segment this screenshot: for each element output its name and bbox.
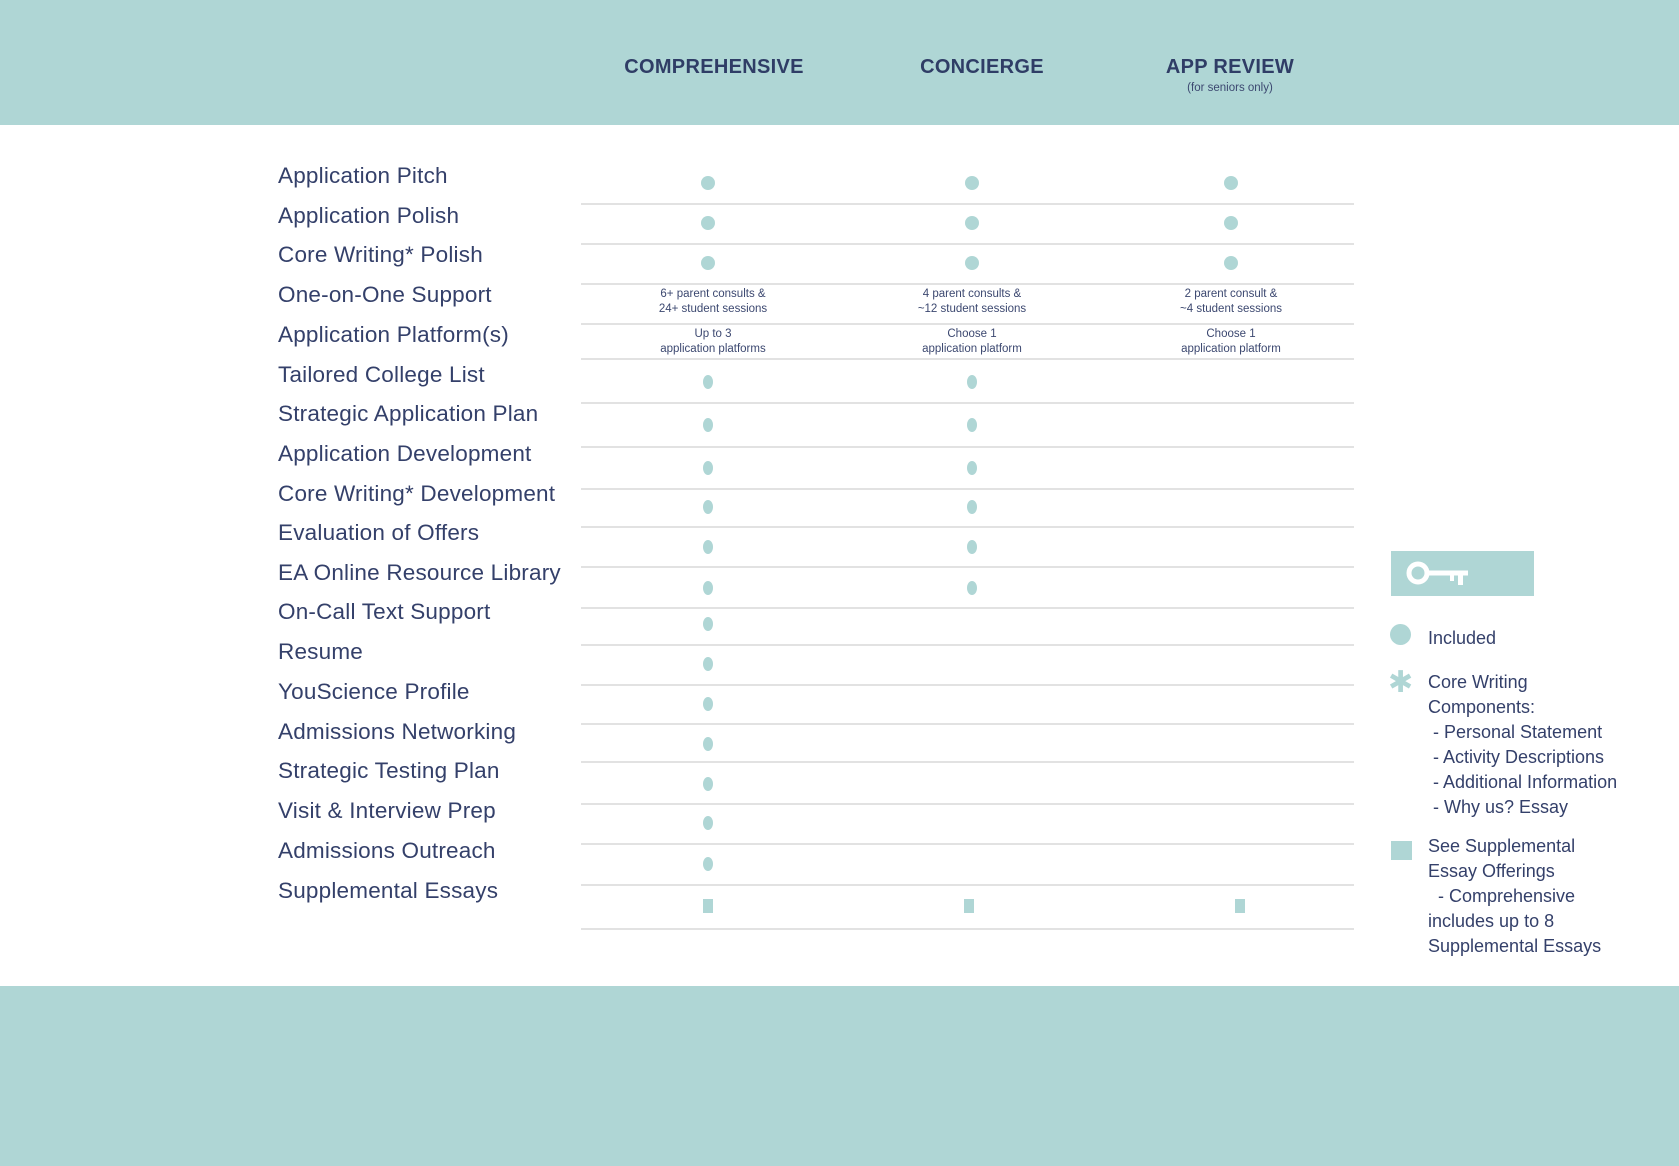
row-label: Admissions Networking (278, 719, 517, 744)
cell-text: Choose 1 application platform (1181, 328, 1281, 355)
row-divider (581, 446, 1354, 448)
column-title: APP REVIEW (1165, 56, 1295, 78)
included-dot-icon (703, 581, 713, 595)
legend-included-icon (1390, 624, 1411, 645)
row-label: Strategic Testing Plan (278, 758, 500, 783)
row-label: Application Pitch (278, 163, 448, 188)
row-divider (581, 402, 1354, 404)
included-dot-icon (1224, 176, 1238, 190)
included-dot-icon (967, 540, 977, 554)
row-divider (581, 243, 1354, 245)
row-label: Application Platform(s) (278, 322, 509, 347)
column-header-comprehensive: COMPREHENSIVE (594, 55, 834, 79)
included-dot-icon (967, 375, 977, 389)
row-label: Admissions Outreach (278, 838, 496, 863)
included-dot-icon (1224, 256, 1238, 270)
row-label: Tailored College List (278, 362, 485, 387)
included-dot-icon (701, 176, 715, 190)
row-label: Evaluation of Offers (278, 520, 480, 545)
included-dot-icon (703, 540, 713, 554)
row-divider (581, 843, 1354, 845)
row-divider (581, 684, 1354, 686)
row-label: EA Online Resource Library (278, 560, 561, 585)
column-title: CONCIERGE (920, 56, 1044, 78)
included-dot-icon (703, 617, 713, 631)
cell-text: Up to 3 application platforms (660, 328, 766, 355)
legend-included-text: Included (1428, 628, 1497, 648)
row-divider (581, 928, 1354, 930)
row-divider (581, 323, 1354, 325)
legend-square-icon (1391, 841, 1412, 860)
legend-core-writing-text: Core Writing Components: - Personal Stat… (1428, 672, 1618, 817)
column-subtitle: (for seniors only) (1187, 82, 1273, 94)
supplemental-square-icon (964, 899, 974, 913)
row-label: Application Development (278, 441, 532, 466)
header-band (0, 0, 1679, 125)
row-divider (581, 644, 1354, 646)
included-dot-icon (703, 816, 713, 830)
included-dot-icon (703, 418, 713, 432)
included-dot-icon (703, 697, 713, 711)
row-label: Strategic Application Plan (278, 401, 539, 426)
column-title: COMPREHENSIVE (624, 56, 804, 78)
row-label: One-on-One Support (278, 282, 492, 307)
column-header-concierge: CONCIERGE (862, 55, 1102, 79)
cell-text: Choose 1 application platform (922, 328, 1022, 355)
cell-text: 4 parent consults & ~12 student sessions (917, 288, 1027, 315)
row-label: Supplemental Essays (278, 878, 499, 903)
legend-asterisk-icon: ✱ (1388, 665, 1414, 700)
row-label: On-Call Text Support (278, 599, 491, 624)
row-divider (581, 526, 1354, 528)
legend-supplemental-text: See Supplemental Essay Offerings - Compr… (1428, 836, 1602, 956)
row-label: Core Writing* Polish (278, 242, 483, 267)
supplemental-square-icon (703, 899, 713, 913)
footer-band (0, 986, 1679, 1166)
legend-key-banner (1391, 551, 1534, 596)
included-dot-icon (967, 581, 977, 595)
cell-text: 2 parent consult & ~4 student sessions (1180, 288, 1282, 315)
row-divider (581, 203, 1354, 205)
included-dot-icon (965, 176, 979, 190)
column-header-app-review: APP REVIEW (for seniors only) (1110, 55, 1350, 94)
included-dot-icon (703, 857, 713, 871)
row-label: YouScience Profile (278, 679, 470, 704)
included-dot-icon (1224, 216, 1238, 230)
included-dot-icon (703, 777, 713, 791)
included-dot-icon (701, 256, 715, 270)
row-divider (581, 761, 1354, 763)
key-icon (1406, 561, 1468, 585)
included-dot-icon (701, 216, 715, 230)
row-divider (581, 607, 1354, 609)
row-label: Core Writing* Development (278, 481, 556, 506)
included-dot-icon (703, 375, 713, 389)
included-dot-icon (967, 500, 977, 514)
included-dot-icon (967, 461, 977, 475)
row-divider (581, 358, 1354, 360)
supplemental-square-icon (1235, 899, 1245, 913)
included-dot-icon (965, 216, 979, 230)
row-divider (581, 566, 1354, 568)
row-label: Application Polish (278, 203, 460, 228)
included-dot-icon (703, 737, 713, 751)
included-dot-icon (703, 500, 713, 514)
row-label: Resume (278, 639, 363, 664)
included-dot-icon (703, 461, 713, 475)
included-dot-icon (967, 418, 977, 432)
row-divider (581, 488, 1354, 490)
row-label: Visit & Interview Prep (278, 798, 496, 823)
included-dot-icon (965, 256, 979, 270)
row-divider (581, 803, 1354, 805)
row-divider (581, 723, 1354, 725)
row-divider (581, 884, 1354, 886)
included-dot-icon (703, 657, 713, 671)
row-divider (581, 283, 1354, 285)
cell-text: 6+ parent consults & 24+ student session… (658, 288, 768, 315)
